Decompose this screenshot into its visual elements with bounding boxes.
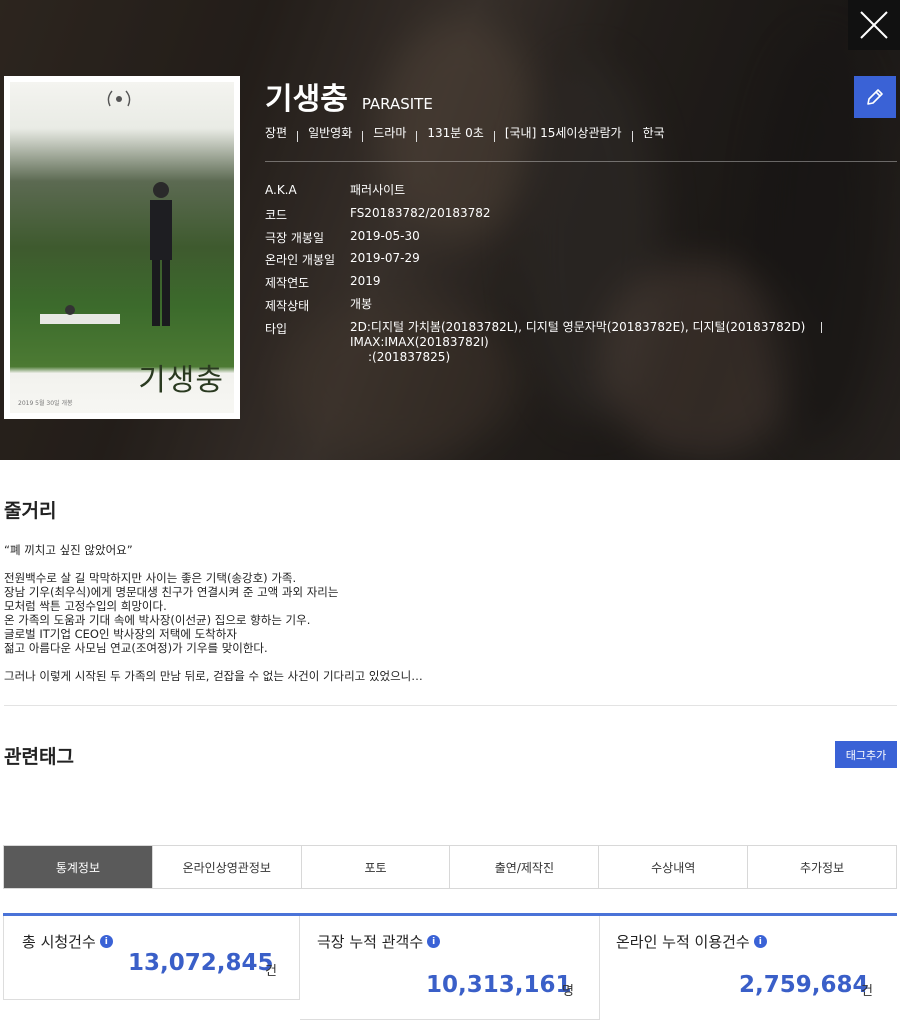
title-korean: 기생충	[265, 82, 348, 117]
close-icon	[860, 11, 888, 39]
synopsis-body: “폐 끼치고 싶진 않았어요” 전원백수로 살 길 막막하지만 사이는 좋은 기…	[4, 543, 884, 697]
tab-online-theaters[interactable]: 온라인상영관정보	[151, 846, 301, 888]
movie-poster: 기생충 2019 5월 30일 개봉	[4, 76, 240, 419]
hero-divider	[265, 161, 897, 162]
stat-value: 10,313,161	[426, 972, 572, 998]
tags-title: 관련태그	[4, 746, 74, 768]
stat-total-views: 총 시청건수 i 13,072,845 건	[3, 916, 300, 1000]
info-icon[interactable]: i	[753, 935, 767, 948]
info-icon[interactable]: i	[99, 935, 113, 948]
info-icon[interactable]: i	[427, 935, 441, 948]
stat-unit: 건	[861, 984, 873, 999]
meta-runtime: 131분 0초	[427, 126, 484, 140]
info-row-code: 코드 FS20183782/20183782	[265, 205, 491, 222]
synopsis-title: 줄거리	[4, 500, 57, 522]
tab-extra-info[interactable]: 추가정보	[747, 846, 896, 888]
stat-unit: 명	[562, 984, 574, 999]
synopsis-ending: 그러나 이렇게 시작된 두 가족의 만남 뒤로, 걷잡을 수 없는 사건이 기다…	[4, 669, 423, 683]
tab-cast-crew[interactable]: 출연/제작진	[449, 846, 599, 888]
meta-category: 일반영화	[308, 126, 353, 140]
movie-hero: 기생충 2019 5월 30일 개봉 기생충 PARASITE 장편 일반영화 …	[0, 0, 900, 460]
type-other: :(201837825)	[368, 349, 451, 364]
info-row-release: 극장 개봉일 2019-05-30	[265, 228, 420, 245]
info-row-online: 온라인 개봉일 2019-07-29	[265, 251, 420, 268]
tab-statistics[interactable]: 통계정보	[4, 846, 152, 888]
poster-figure	[150, 182, 172, 326]
info-row-type: 타입 2D:디지털 가치봄(20183782L), 디지털 영문자막(20183…	[265, 320, 895, 365]
info-row-aka: A.K.A 패러사이트	[265, 183, 406, 197]
close-button[interactable]	[848, 0, 900, 50]
synopsis-paragraph: 전원백수로 살 길 막막하지만 사이는 좋은 기택(송강호) 가족. 장남 기우…	[4, 571, 339, 655]
title-english: PARASITE	[361, 95, 433, 113]
poster-footer: 2019 5월 30일 개봉	[18, 400, 73, 407]
tab-awards[interactable]: 수상내역	[598, 846, 748, 888]
pencil-icon	[867, 89, 883, 105]
poster-title: 기생충	[138, 363, 224, 398]
detail-tabs: 통계정보 온라인상영관정보 포토 출연/제작진 수상내역 추가정보	[3, 845, 897, 889]
meta-rating: [국내] 15세이상관람가	[504, 126, 622, 140]
type-2d: 2D:디지털 가치봄(20183782L), 디지털 영문자막(20183782…	[350, 319, 806, 334]
festival-laurel-icon	[107, 90, 131, 107]
stat-unit: 건	[265, 964, 277, 979]
movie-title: 기생충 PARASITE	[265, 74, 433, 118]
meta-format: 장편	[265, 126, 288, 140]
synopsis-quote: “폐 끼치고 싶진 않았어요”	[4, 543, 133, 557]
meta-country: 한국	[642, 126, 665, 140]
stat-value: 2,759,684	[739, 972, 869, 998]
edit-button[interactable]	[854, 76, 896, 118]
movie-meta: 장편 일반영화 드라마 131분 0초 [국내] 15세이상관람가 한국	[265, 124, 665, 142]
meta-genre: 드라마	[373, 126, 407, 140]
movie-info: A.K.A 패러사이트 코드 FS20183782/20183782 극장 개봉…	[265, 183, 895, 365]
tab-photos[interactable]: 포토	[300, 846, 450, 888]
poster-lounger	[40, 305, 120, 324]
info-row-status: 제작상태 개봉	[265, 296, 373, 313]
stat-online-usage: 온라인 누적 이용건수 i 2,759,684 건	[599, 916, 897, 1020]
section-divider	[4, 705, 897, 706]
stat-theater-audience: 극장 누적 관객수 i 10,313,161 명	[300, 916, 599, 1020]
type-imax: IMAX:IMAX(20183782I)	[350, 334, 489, 349]
add-tag-button[interactable]: 태그추가	[835, 741, 897, 768]
stat-value: 13,072,845	[128, 950, 274, 976]
info-row-year: 제작연도 2019	[265, 274, 381, 291]
